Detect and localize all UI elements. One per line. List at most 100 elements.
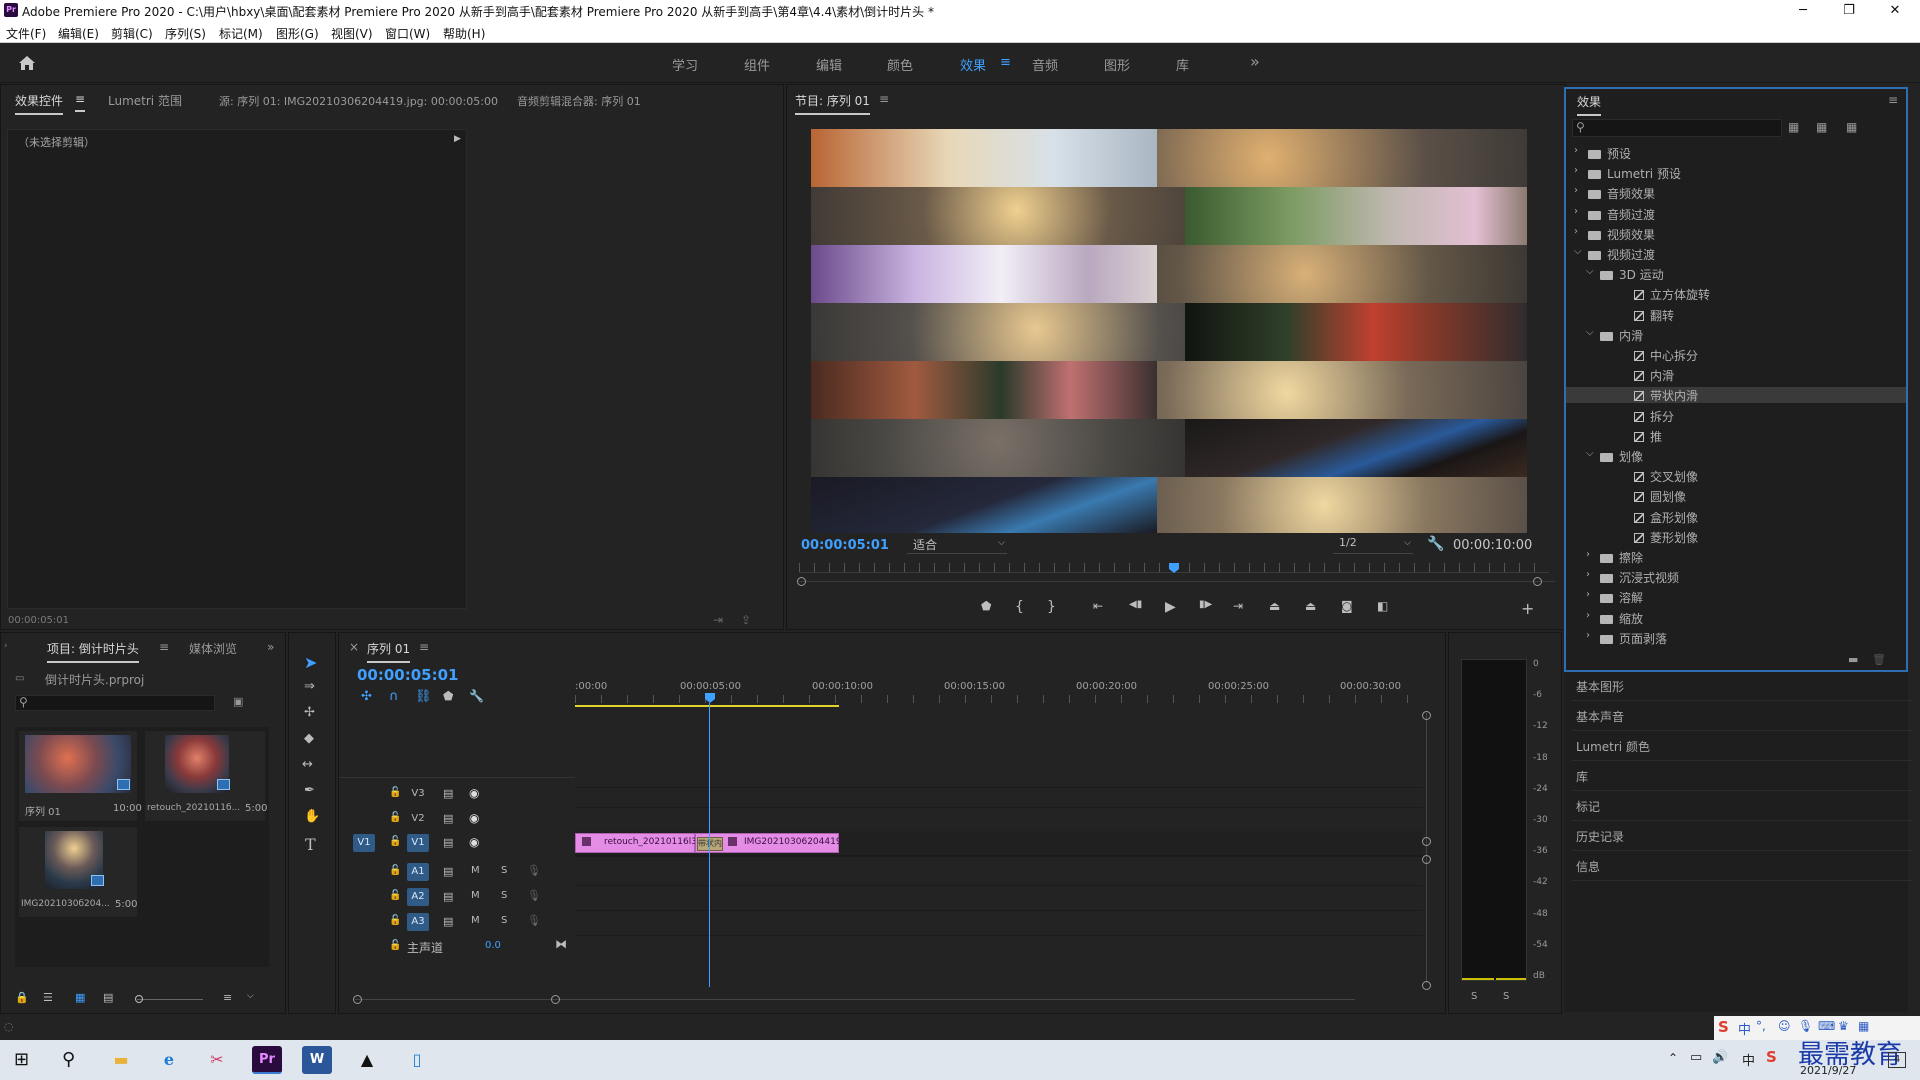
effects-folder[interactable]: › 溶解	[1566, 589, 1906, 605]
effects-folder[interactable]: › Lumetri 预设	[1566, 165, 1906, 181]
sync-lock-icon[interactable]: ▤	[443, 787, 453, 800]
32-bit-effects-icon[interactable]: ▦	[1816, 120, 1827, 134]
lock-track-icon[interactable]: 🔓	[389, 915, 401, 926]
lock-track-icon[interactable]: 🔓	[389, 865, 401, 876]
skin-icon[interactable]: ♛	[1838, 1019, 1849, 1033]
program-zoom-bar[interactable]	[799, 581, 1555, 582]
mute-button[interactable]: M	[471, 915, 480, 926]
add-marker-icon[interactable]: ⬟	[981, 599, 991, 613]
expand-arrow-icon[interactable]: ▶	[454, 134, 461, 144]
lock-track-icon[interactable]: 🔓	[389, 787, 401, 798]
sync-lock-icon[interactable]: ▤	[443, 812, 453, 825]
work-area-bar[interactable]	[575, 705, 839, 707]
list-view-icon[interactable]: ☰	[43, 991, 53, 1004]
delete-icon[interactable]: 🗑	[1872, 653, 1886, 666]
timeline-timecode[interactable]: 00:00:05:01	[357, 666, 459, 684]
button-editor-plus-icon[interactable]: +	[1521, 599, 1534, 618]
timeline-settings-icon[interactable]: 🔧	[469, 689, 484, 703]
project-menu-icon[interactable]: ≡	[159, 640, 169, 654]
effects-folder[interactable]: › 预设	[1566, 145, 1906, 161]
sync-lock-icon[interactable]: ▤	[443, 836, 453, 849]
lock-icon[interactable]: 🔒	[15, 991, 29, 1004]
resolution-dropdown[interactable]: 1/2 ⌵	[1333, 536, 1413, 554]
workspace-graphics[interactable]: 图形	[1104, 55, 1130, 74]
menu-graphics[interactable]: 图形(G)	[276, 25, 319, 42]
effects-folder[interactable]: ⌵ 内滑	[1566, 327, 1906, 343]
timeline-clip[interactable]: retouch_20210116l3	[575, 833, 697, 853]
track-v3-label[interactable]: V3	[407, 785, 429, 803]
project-item[interactable]: retouch_2021011б... 5:00	[145, 731, 267, 821]
pen-tool-icon[interactable]: ✒	[304, 783, 315, 798]
project-item[interactable]: IMG2021030б204... 5:00	[19, 827, 137, 917]
effects-folder[interactable]: › 缩放	[1566, 610, 1906, 626]
workspace-editing[interactable]: 编辑	[816, 55, 842, 74]
chevron-right-icon[interactable]: ›	[1574, 185, 1578, 196]
workspace-color[interactable]: 颜色	[887, 55, 913, 74]
microphone-icon[interactable]: 🎙	[527, 914, 541, 927]
program-monitor-title[interactable]: 节目: 序列 01	[795, 92, 870, 115]
chevron-right-icon[interactable]: ›	[1586, 569, 1590, 580]
workspace-menu-icon[interactable]: ≡	[1000, 55, 1011, 70]
toolbox-icon[interactable]: ▦	[1858, 1019, 1869, 1033]
effects-item[interactable]: 交叉划像	[1566, 468, 1906, 484]
scroll-handle[interactable]	[1422, 711, 1431, 720]
step-forward-icon[interactable]: ▮▶	[1199, 599, 1212, 610]
word-taskbar-icon[interactable]: W	[302, 1046, 332, 1074]
effects-folder[interactable]: ⌵ 3D 运动	[1566, 266, 1906, 282]
timeline-menu-icon[interactable]: ≡	[419, 640, 429, 654]
workspace-assembly[interactable]: 组件	[744, 55, 770, 74]
yuv-effects-icon[interactable]: ▦	[1846, 120, 1857, 134]
close-button[interactable]: ✕	[1872, 0, 1918, 23]
microphone-icon[interactable]: 🎙	[527, 889, 541, 902]
more-workspaces-icon[interactable]: »	[1250, 52, 1260, 71]
slip-tool-icon[interactable]: ↔	[302, 757, 313, 772]
file-explorer-icon[interactable]: ▬	[106, 1046, 136, 1074]
nest-sequence-icon[interactable]: ✣	[361, 689, 372, 704]
mute-button[interactable]: M	[471, 890, 480, 901]
chevron-right-icon[interactable]: ›	[1574, 226, 1578, 237]
maximize-button[interactable]: ❐	[1826, 0, 1872, 23]
program-timecode[interactable]: 00:00:05:01	[801, 538, 889, 553]
tab-effect-controls[interactable]: 效果控件	[15, 92, 64, 115]
effects-folder[interactable]: ⌵ 视频过渡	[1566, 246, 1906, 262]
play-icon[interactable]: ▶	[1165, 599, 1176, 615]
sync-lock-icon[interactable]: ▤	[443, 890, 453, 903]
solo-left-button[interactable]: S	[1471, 991, 1477, 1002]
chevron-right-icon[interactable]: ›	[1586, 610, 1590, 621]
new-bin-icon[interactable]: ▬	[1848, 653, 1858, 666]
tablet-app-icon[interactable]: ▯	[402, 1046, 432, 1074]
chevron-down-icon[interactable]: ⌵	[1586, 448, 1594, 459]
side-panel-item[interactable]: 标记	[1576, 798, 1600, 815]
effects-item[interactable]: 圆划像	[1566, 488, 1906, 504]
chevron-down-icon[interactable]: ⌵	[1586, 266, 1594, 277]
source-patch-v1[interactable]: V1	[353, 834, 375, 852]
scroll-handle[interactable]	[1422, 837, 1431, 846]
effects-item[interactable]: 盒形划像	[1566, 509, 1906, 525]
chevron-right-icon[interactable]: ›	[1574, 165, 1578, 176]
effects-folder[interactable]: › 沉浸式视频	[1566, 569, 1906, 585]
photos-icon[interactable]: ▲	[352, 1046, 382, 1074]
chevron-right-icon[interactable]: ›	[1574, 206, 1578, 217]
search-icon[interactable]: ⚲	[62, 1049, 75, 1070]
effects-item[interactable]: 带状内滑	[1566, 387, 1906, 404]
sync-lock-icon[interactable]: ▤	[443, 915, 453, 928]
solo-button[interactable]: S	[501, 890, 507, 901]
zoom-slider[interactable]	[137, 999, 203, 1000]
project-search-input[interactable]: ⚲	[15, 695, 215, 711]
side-panel-item[interactable]: 信息	[1576, 858, 1600, 875]
effects-item[interactable]: 中心拆分	[1566, 347, 1906, 363]
side-panel-item[interactable]: 历史记录	[1576, 828, 1624, 845]
tab-project[interactable]: 项目: 倒计时片头	[47, 640, 139, 663]
accelerated-effects-icon[interactable]: ▦	[1788, 120, 1799, 134]
menu-help[interactable]: 帮助(H)	[443, 25, 485, 42]
ime-chinese-mode[interactable]: 中	[1738, 1019, 1751, 1038]
effects-folder[interactable]: › 音频过渡	[1566, 206, 1906, 222]
tab-media-browser[interactable]: 媒体浏览	[189, 640, 237, 657]
ripple-edit-tool-icon[interactable]: ✢	[304, 705, 315, 720]
chevron-right-icon[interactable]: ›	[1586, 589, 1590, 600]
master-expand-icon[interactable]: ⧓	[555, 937, 567, 951]
go-to-in-icon[interactable]: ⇤	[1093, 599, 1103, 613]
notification-center-icon[interactable]: 4	[1888, 1052, 1906, 1068]
side-panel-item[interactable]: Lumetri 颜色	[1576, 738, 1650, 755]
zoom-handle-right[interactable]	[551, 995, 560, 1004]
